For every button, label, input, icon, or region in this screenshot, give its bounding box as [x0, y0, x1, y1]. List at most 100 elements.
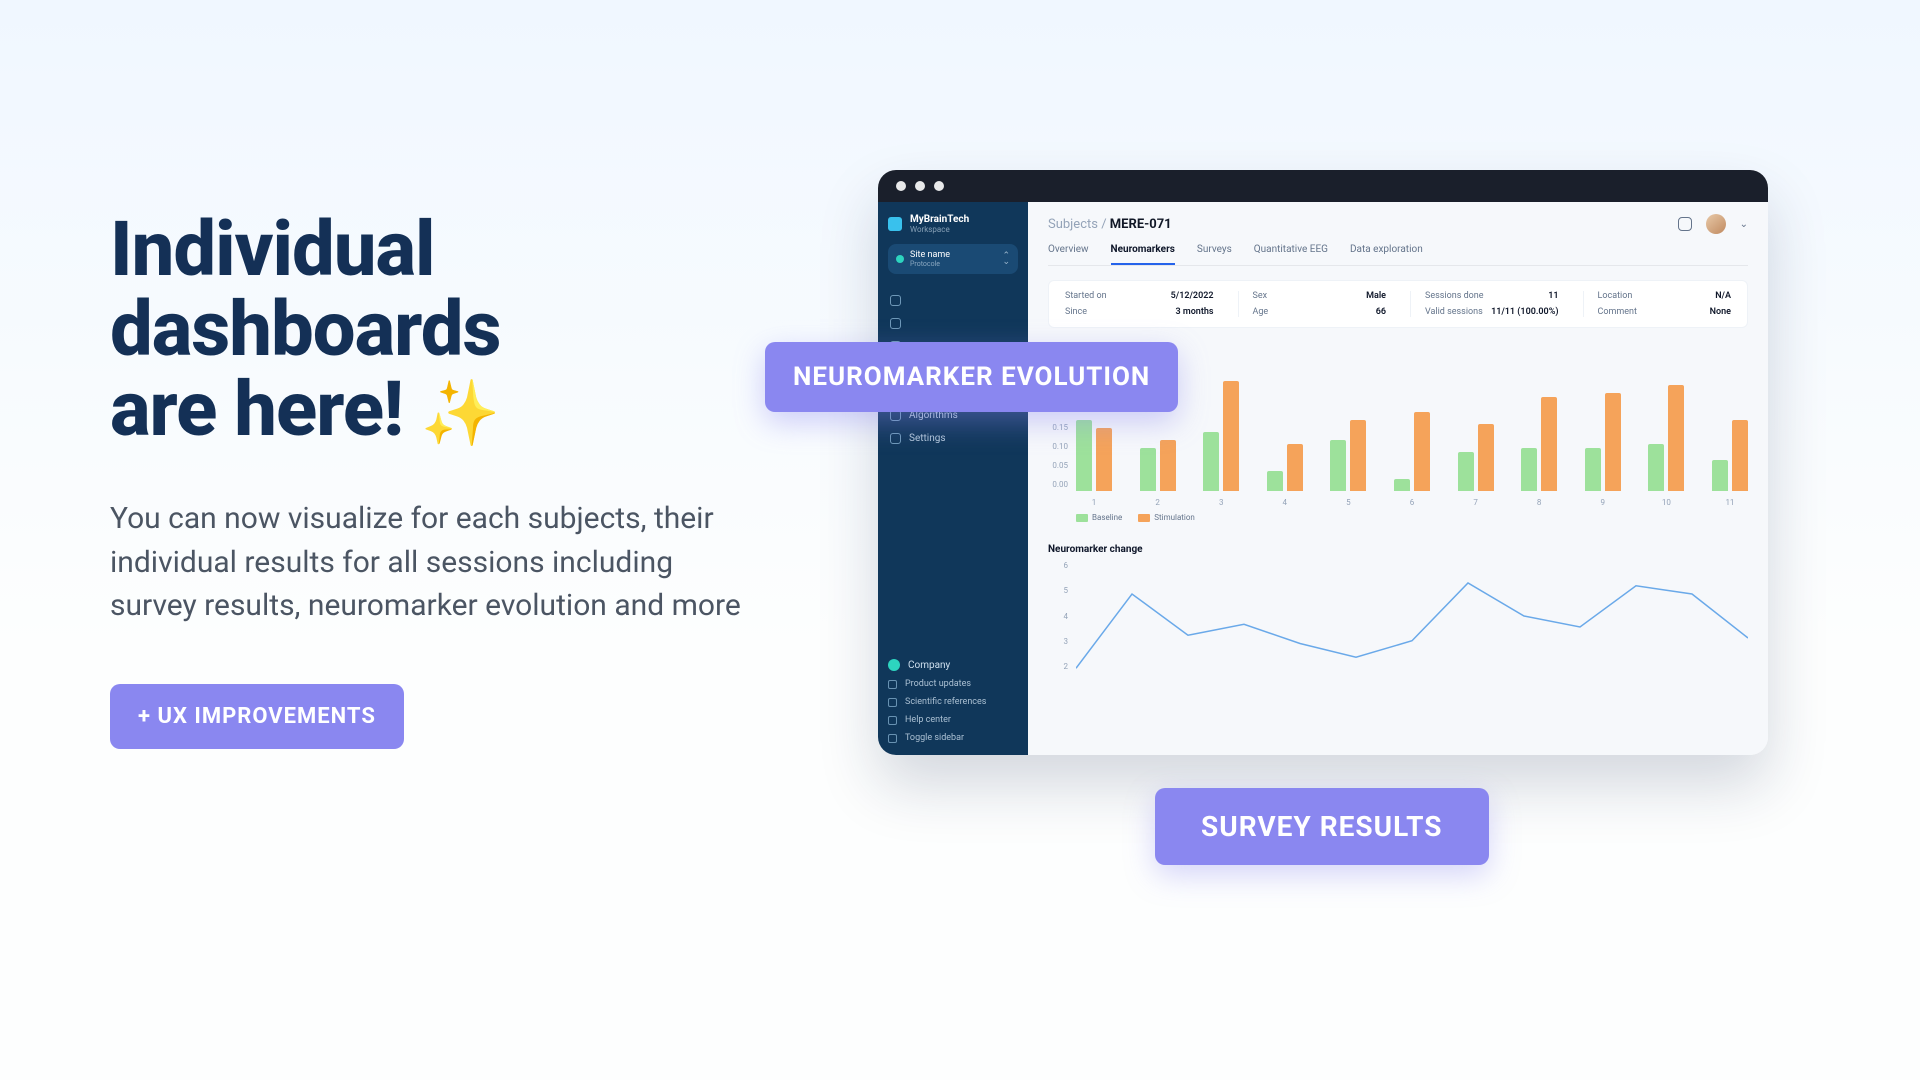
- x-tick: 8: [1521, 498, 1557, 507]
- chevron-updown-icon: ⌃⌄: [1002, 253, 1010, 265]
- bar-baseline: [1076, 420, 1092, 491]
- nav-icon: [890, 295, 901, 306]
- bar-baseline: [1458, 452, 1474, 491]
- bar-stimulation: [1287, 444, 1303, 491]
- window-titlebar: [878, 170, 1768, 202]
- x-tick: 4: [1267, 498, 1303, 507]
- bar-group: 6: [1394, 373, 1430, 507]
- sidebar-item[interactable]: [888, 317, 1018, 330]
- link-icon: [888, 734, 897, 743]
- hero-title: Individual dashboards are here! ✨: [110, 210, 750, 449]
- bar-stimulation: [1732, 420, 1748, 491]
- bar-group: 4: [1267, 373, 1303, 507]
- sidebar-link-toggle-sidebar[interactable]: Toggle sidebar: [888, 733, 1018, 743]
- sidebar-item[interactable]: [888, 294, 1018, 307]
- y-axis: 65432: [1048, 561, 1072, 671]
- chart-neuromarker-change: Neuromarker change 65432: [1048, 544, 1748, 671]
- line-chart: [1076, 561, 1748, 671]
- bar-baseline: [1712, 460, 1728, 491]
- tab-quantitative-eeg[interactable]: Quantitative EEG: [1254, 244, 1328, 265]
- window-dot-icon: [934, 181, 944, 191]
- bar-baseline: [1394, 479, 1410, 491]
- x-tick: 7: [1458, 498, 1494, 507]
- bar-group: 3: [1203, 373, 1239, 507]
- avatar[interactable]: [1706, 214, 1726, 234]
- bar-group: 7: [1458, 373, 1494, 507]
- x-tick: 2: [1140, 498, 1176, 507]
- bar-stimulation: [1096, 428, 1112, 491]
- sidebar-links: Product updates Scientific references He…: [888, 679, 1018, 743]
- hero-title-line1: Individual: [110, 210, 750, 290]
- chevron-down-icon[interactable]: ⌄: [1740, 219, 1748, 230]
- brand-name: MyBrainTech: [910, 214, 969, 225]
- bar-group: 9: [1585, 373, 1621, 507]
- bar-stimulation: [1350, 420, 1366, 491]
- site-selector[interactable]: Site name Protocole ⌃⌄: [888, 244, 1018, 274]
- x-tick: 1: [1076, 498, 1112, 507]
- bell-icon[interactable]: [1678, 217, 1692, 231]
- bar-stimulation: [1414, 412, 1430, 491]
- ux-improvements-button[interactable]: + UX IMPROVEMENTS: [110, 684, 404, 749]
- tab-overview[interactable]: Overview: [1048, 244, 1089, 265]
- bar-baseline: [1140, 448, 1156, 491]
- x-tick: 6: [1394, 498, 1430, 507]
- subject-info: Started on5/12/2022 Since3 months SexMal…: [1048, 280, 1748, 328]
- link-icon: [888, 716, 897, 725]
- bar-stimulation: [1605, 393, 1621, 491]
- crumb-root[interactable]: Subjects: [1048, 217, 1098, 232]
- legend-swatch-baseline: [1076, 514, 1088, 522]
- company-label: Company: [908, 660, 950, 671]
- nav-icon: [890, 433, 901, 444]
- crumb-leaf: MERE-071: [1110, 217, 1172, 232]
- tabs: Overview Neuromarkers Surveys Quantitati…: [1048, 244, 1748, 266]
- chart-title: Neuromarker change: [1048, 544, 1748, 555]
- company-icon: [888, 659, 900, 671]
- bar-group: 11: [1712, 373, 1748, 507]
- x-tick: 3: [1203, 498, 1239, 507]
- bar-stimulation: [1541, 397, 1557, 491]
- bar-group: 10: [1648, 373, 1684, 507]
- site-name: Site name: [910, 250, 950, 260]
- bar-baseline: [1267, 471, 1283, 491]
- site-status-icon: [896, 255, 904, 263]
- bar-stimulation: [1668, 385, 1684, 491]
- hero-title-line2: dashboards: [110, 290, 750, 370]
- sidebar: MyBrainTech Workspace Site name Protocol…: [878, 202, 1028, 755]
- bar-baseline: [1203, 432, 1219, 491]
- x-tick: 10: [1648, 498, 1684, 507]
- bar-baseline: [1521, 448, 1537, 491]
- window-dot-icon: [896, 181, 906, 191]
- sidebar-link-scientific-references[interactable]: Scientific references: [888, 697, 1018, 707]
- bar-group: 5: [1330, 373, 1366, 507]
- sparkle-icon: ✨: [421, 376, 500, 451]
- dashboard-screenshot: MyBrainTech Workspace Site name Protocol…: [878, 170, 1768, 755]
- x-tick: 11: [1712, 498, 1748, 507]
- bar-group: 8: [1521, 373, 1557, 507]
- hero-title-line3: are here! ✨: [110, 370, 750, 450]
- bar-stimulation: [1223, 381, 1239, 491]
- company-selector[interactable]: Company: [888, 659, 1018, 671]
- hero: Individual dashboards are here! ✨ You ca…: [110, 210, 750, 749]
- sidebar-item-settings[interactable]: Settings: [888, 432, 1018, 445]
- site-sub: Protocole: [910, 260, 950, 268]
- sidebar-link-help-center[interactable]: Help center: [888, 715, 1018, 725]
- nav-icon: [890, 318, 901, 329]
- main-panel: Subjects / MERE-071 ⌄ Overview Neuromark…: [1028, 202, 1768, 755]
- tag-neuromarker-evolution: NEUROMARKER EVOLUTION: [765, 342, 1178, 412]
- legend: Baseline Stimulation: [1048, 513, 1748, 522]
- brand-sub: Workspace: [910, 225, 969, 234]
- x-tick: 9: [1585, 498, 1621, 507]
- tab-neuromarkers[interactable]: Neuromarkers: [1111, 244, 1175, 265]
- window-dot-icon: [915, 181, 925, 191]
- link-icon: [888, 680, 897, 689]
- sidebar-link-product-updates[interactable]: Product updates: [888, 679, 1018, 689]
- tag-survey-results: SURVEY RESULTS: [1155, 788, 1489, 865]
- tab-data-exploration[interactable]: Data exploration: [1350, 244, 1423, 265]
- tab-surveys[interactable]: Surveys: [1197, 244, 1232, 265]
- brand-icon: [888, 217, 902, 231]
- bar-stimulation: [1478, 424, 1494, 491]
- legend-swatch-stimulation: [1138, 514, 1150, 522]
- bar-stimulation: [1160, 440, 1176, 491]
- bar-baseline: [1585, 448, 1601, 491]
- hero-body: You can now visualize for each subjects,…: [110, 497, 750, 628]
